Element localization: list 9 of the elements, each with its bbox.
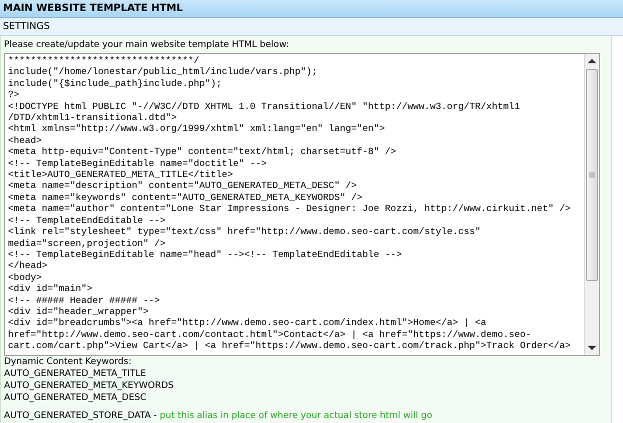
keyword-text: AUTO_GENERATED_META_KEYWORDS: [4, 380, 175, 392]
keyword-text: AUTO_GENERATED_META_DESC: [4, 392, 148, 404]
alias-note: put this alias in place of where your actual store html will go: [160, 411, 432, 421]
keywords-heading: Dynamic Content Keywords:: [4, 356, 132, 368]
store-keyword: AUTO_GENERATED_STORE_DATA -: [4, 411, 157, 421]
keyword-text: AUTO_GENERATED_META_TITLE: [4, 368, 148, 380]
section-header: SETTINGS: [0, 18, 623, 36]
window-title: MAIN WEBSITE TEMPLATE HTML: [0, 0, 623, 18]
prompt-label: Please create/update your main website template HTML below:: [4, 39, 290, 52]
